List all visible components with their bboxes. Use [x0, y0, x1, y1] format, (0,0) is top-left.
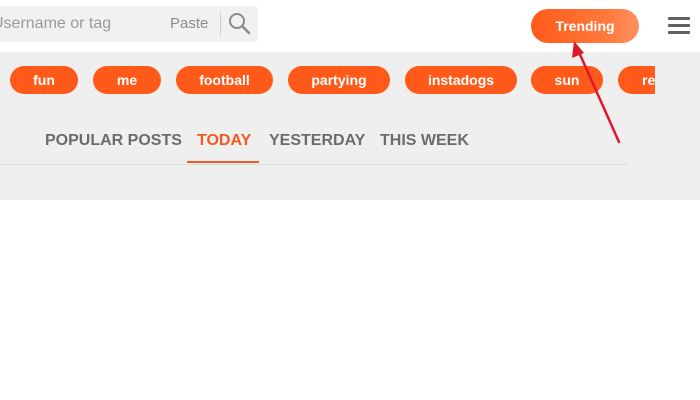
search-icon: [229, 13, 251, 35]
tab-yesterday[interactable]: YESTERDAY: [269, 122, 365, 162]
tag-chip-partying[interactable]: partying: [288, 66, 390, 94]
tab-popular-posts[interactable]: POPULAR POSTS: [45, 122, 182, 162]
tag-chip-sun[interactable]: sun: [531, 66, 603, 94]
tag-chip-me[interactable]: me: [93, 66, 161, 94]
search-bar: Paste: [0, 6, 258, 42]
top-bar: Paste Trending: [0, 0, 700, 52]
tag-chip-football[interactable]: football: [176, 66, 273, 94]
search-button[interactable]: [226, 10, 254, 38]
tab-this-week[interactable]: THIS WEEK: [380, 122, 469, 162]
hamburger-menu-icon[interactable]: [668, 15, 690, 35]
search-input[interactable]: [0, 6, 160, 42]
trending-button[interactable]: Trending: [531, 9, 639, 43]
tag-chip-partial[interactable]: re: [618, 66, 655, 94]
active-tab-indicator: [187, 161, 259, 163]
paste-button[interactable]: Paste: [170, 6, 208, 42]
trending-panel: fun me football partying instadogs sun r…: [0, 52, 700, 200]
tag-chip-fun[interactable]: fun: [10, 66, 78, 94]
tab-today[interactable]: TODAY: [197, 122, 251, 162]
time-filter-tabs: POPULAR POSTS TODAY YESTERDAY THIS WEEK: [0, 122, 627, 165]
search-divider: [220, 12, 221, 36]
tag-list: fun me football partying instadogs sun r…: [0, 66, 655, 98]
tag-chip-instadogs[interactable]: instadogs: [405, 66, 517, 94]
